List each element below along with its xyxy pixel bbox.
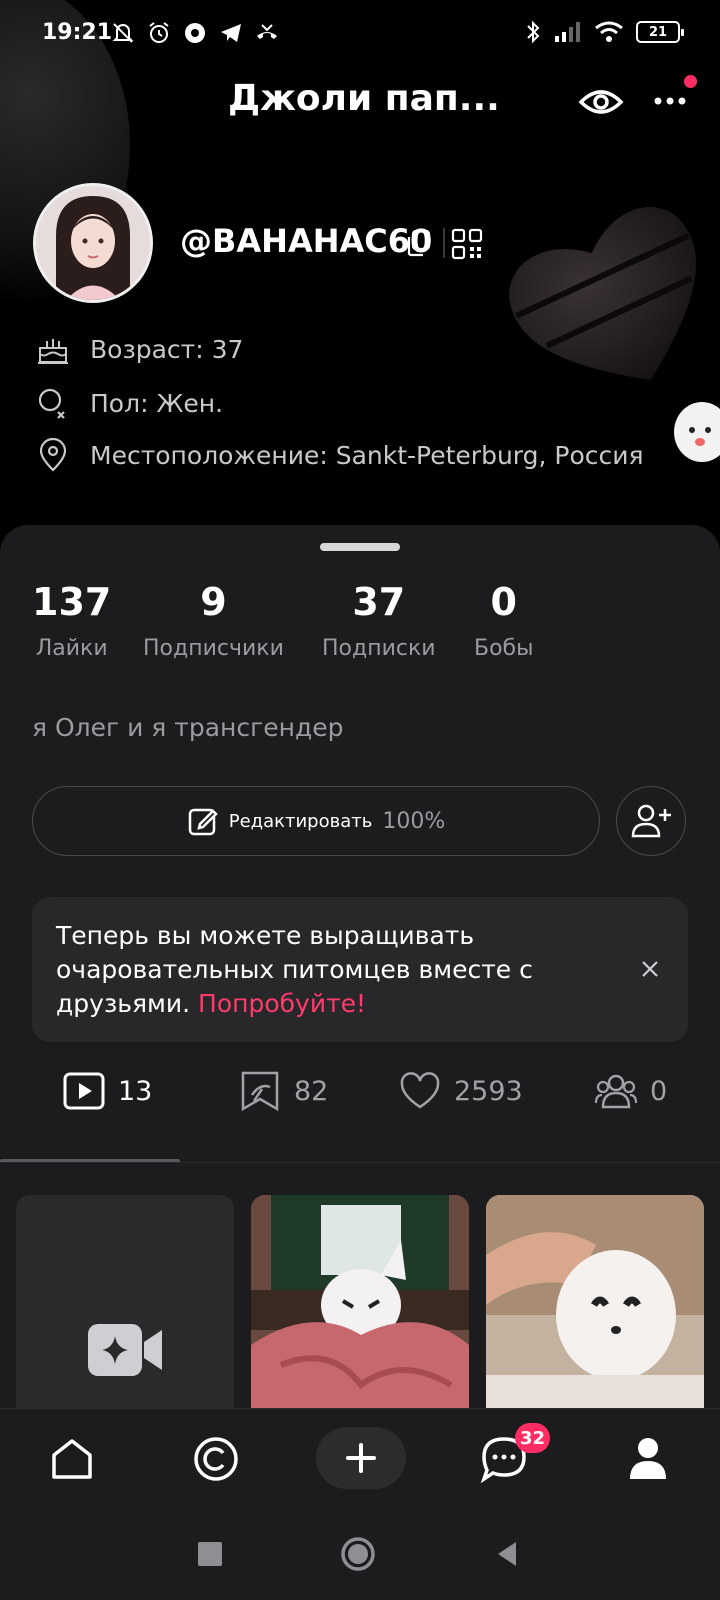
stat-followers[interactable]: 9 Подписчики: [143, 580, 284, 661]
stat-label: Подписки: [322, 636, 436, 661]
status-bar: 19:21 21: [0, 0, 720, 70]
video-camera-sparkle-icon: [88, 1324, 162, 1376]
eye-icon[interactable]: [578, 82, 624, 122]
profile-icon[interactable]: [622, 1433, 674, 1485]
video-thumbnail-image: [251, 1195, 469, 1410]
more-options-icon[interactable]: [650, 86, 690, 116]
alarm-icon: [146, 20, 172, 46]
profile-header: 19:21 21 Джоли пап... @BAHAHAC60 Возраст…: [0, 0, 720, 540]
tab-count: 13: [118, 1075, 153, 1107]
tab-count: 2593: [454, 1075, 523, 1107]
stat-label: Лайки: [35, 636, 108, 661]
notification-icons: [110, 20, 280, 46]
wifi-icon: [595, 21, 623, 42]
video-play-icon: [63, 1072, 105, 1110]
edit-percent: 100%: [382, 808, 446, 834]
tab-count: 82: [294, 1075, 329, 1107]
gender-text: Пол: Жен.: [90, 388, 224, 418]
sheet-handle[interactable]: [320, 543, 400, 551]
tab-count: 0: [650, 1075, 668, 1107]
stat-value: 0: [490, 580, 517, 624]
home-circle-icon[interactable]: [340, 1536, 376, 1572]
promo-link[interactable]: Попробуйте!: [198, 989, 366, 1018]
info-location: Местоположение: Sankt-Peterburg, Россия: [36, 438, 644, 472]
tab-liked[interactable]: 2593: [398, 1061, 523, 1121]
notification-dot: [684, 75, 697, 88]
qr-code-icon[interactable]: [451, 228, 483, 260]
create-video-tile[interactable]: [16, 1195, 234, 1410]
avatar-image: [36, 186, 150, 300]
tab-saved[interactable]: 82: [238, 1061, 328, 1121]
copy-icon[interactable]: [404, 228, 432, 258]
system-status-icons: 21: [524, 20, 684, 44]
battery-icon: 21: [636, 21, 684, 43]
profile-title: Джоли пап...: [228, 78, 500, 119]
moments-icon[interactable]: [190, 1433, 242, 1485]
back-icon[interactable]: [490, 1536, 526, 1572]
plus-icon: [346, 1443, 376, 1473]
location-pin-icon: [39, 438, 67, 472]
tab-videos[interactable]: 13: [62, 1061, 152, 1121]
group-icon: [594, 1074, 638, 1109]
promo-banner: Теперь вы можете выращивать очаровательн…: [32, 897, 688, 1042]
chocolate-heart-decoration: [509, 207, 697, 381]
stat-likes[interactable]: 137 Лайки: [32, 580, 111, 661]
telegram-icon: [218, 20, 244, 46]
bookmark-icon: [241, 1071, 279, 1112]
home-icon[interactable]: [46, 1433, 98, 1485]
edit-label: Редактировать: [228, 810, 373, 832]
search-person-icon: [38, 388, 65, 419]
tab-groups[interactable]: 0: [594, 1061, 667, 1121]
stat-label: Бобы: [474, 636, 534, 661]
bio-text: я Олег и я трансгендер: [32, 713, 344, 742]
stat-value: 137: [32, 580, 112, 624]
add-user-icon: [631, 804, 671, 838]
age-text: Возраст: 37: [90, 334, 244, 364]
info-gender: Пол: Жен.: [36, 386, 223, 420]
location-text: Местоположение: Sankt-Peterburg, Россия: [90, 440, 644, 470]
system-navigation-bar: [0, 1508, 720, 1600]
stat-value: 37: [352, 580, 406, 624]
add-friend-button[interactable]: [616, 786, 686, 856]
bluetooth-icon: [527, 20, 540, 44]
messages-badge: 32: [515, 1423, 551, 1453]
edit-profile-button[interactable]: Редактировать 100%: [32, 786, 600, 856]
heart-icon: [400, 1072, 440, 1109]
chrome-icon: [182, 20, 208, 46]
signal-icon: [555, 22, 580, 42]
username: @BAHAHAC60: [180, 222, 433, 260]
status-time: 19:21: [42, 20, 113, 45]
avatar[interactable]: [33, 183, 153, 303]
stat-value: 9: [200, 580, 227, 624]
profile-sheet: 137 Лайки 9 Подписчики 37 Подписки 0 Боб…: [0, 525, 720, 1410]
stat-label: Подписчики: [143, 636, 284, 661]
missed-call-icon: [254, 20, 280, 46]
divider: [443, 228, 445, 258]
stat-following[interactable]: 37 Подписки: [322, 580, 436, 661]
mute-bell-icon: [110, 20, 136, 46]
battery-level: 21: [648, 24, 668, 40]
bottom-navigation: 32: [0, 1408, 720, 1508]
recents-icon[interactable]: [192, 1536, 228, 1572]
cake-icon: [38, 339, 68, 364]
video-thumbnail[interactable]: [251, 1195, 469, 1410]
divider: [0, 1162, 720, 1163]
info-age: Возраст: 37: [36, 332, 243, 366]
create-button[interactable]: [316, 1427, 406, 1489]
video-thumbnail[interactable]: [486, 1195, 704, 1410]
video-thumbnail-image: [486, 1195, 704, 1410]
stat-beans[interactable]: 0 Бобы: [474, 580, 534, 661]
close-icon[interactable]: [636, 955, 664, 983]
edit-icon: [188, 808, 218, 836]
pet-sticker-decoration: [674, 402, 720, 462]
